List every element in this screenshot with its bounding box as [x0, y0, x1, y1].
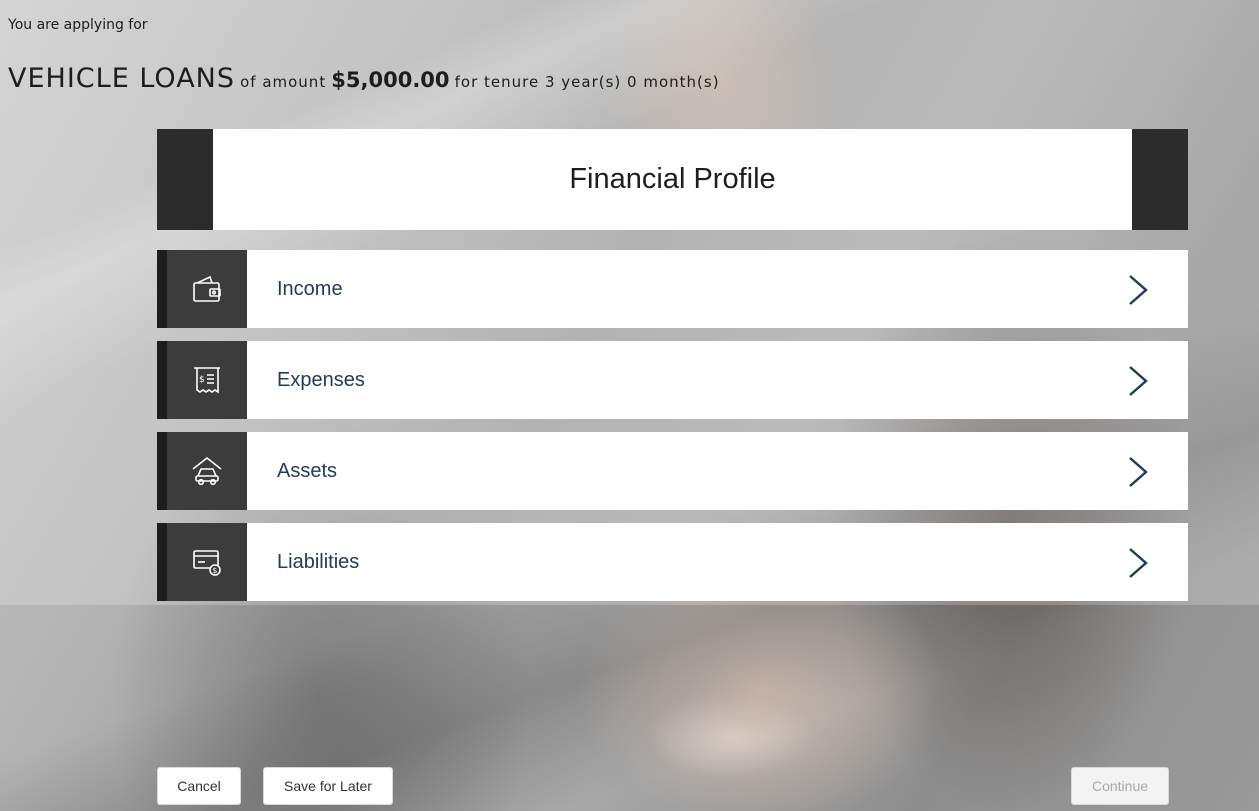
receipt-icon: $ [194, 367, 220, 394]
financial-profile-list: Income $ Expenses Assets $ Liabilities [157, 250, 1188, 601]
chevron-right-icon[interactable] [1126, 365, 1150, 397]
section-header: Financial Profile [157, 129, 1188, 230]
assets-icon-box [157, 432, 247, 510]
loan-tenure: for tenure 3 year(s) 0 month(s) [454, 73, 720, 91]
loan-amount: $5,000.00 [331, 68, 450, 92]
wallet-icon [193, 275, 221, 302]
section-title: Financial Profile [569, 163, 776, 195]
loan-summary: VEHICLE LOANS of amount $5,000.00 for te… [8, 63, 720, 94]
expenses-label: Expenses [277, 369, 365, 391]
applying-for-label: You are applying for [8, 17, 148, 33]
income-icon-box [157, 250, 247, 328]
card-dollar-icon: $ [193, 550, 221, 576]
liabilities-item[interactable]: $ Liabilities [157, 523, 1188, 601]
chevron-right-icon[interactable] [1126, 456, 1150, 488]
continue-button[interactable]: Continue [1071, 767, 1169, 805]
expenses-icon-box: $ [157, 341, 247, 419]
income-item[interactable]: Income [157, 250, 1188, 328]
chevron-right-icon[interactable] [1126, 274, 1150, 306]
house-car-icon [192, 456, 222, 486]
section-header-inner: Financial Profile [213, 129, 1132, 230]
income-label: Income [277, 278, 343, 300]
cancel-button[interactable]: Cancel [157, 767, 241, 805]
assets-item[interactable]: Assets [157, 432, 1188, 510]
chevron-right-icon[interactable] [1126, 547, 1150, 579]
loan-type: VEHICLE LOANS [8, 63, 235, 94]
liabilities-label: Liabilities [277, 551, 360, 573]
of-amount-text: of amount [240, 73, 327, 91]
assets-label: Assets [277, 460, 338, 482]
expenses-item[interactable]: $ Expenses [157, 341, 1188, 419]
liabilities-icon-box: $ [157, 523, 247, 601]
save-for-later-button[interactable]: Save for Later [263, 767, 393, 805]
svg-text:$: $ [199, 375, 205, 385]
svg-text:$: $ [212, 566, 217, 575]
